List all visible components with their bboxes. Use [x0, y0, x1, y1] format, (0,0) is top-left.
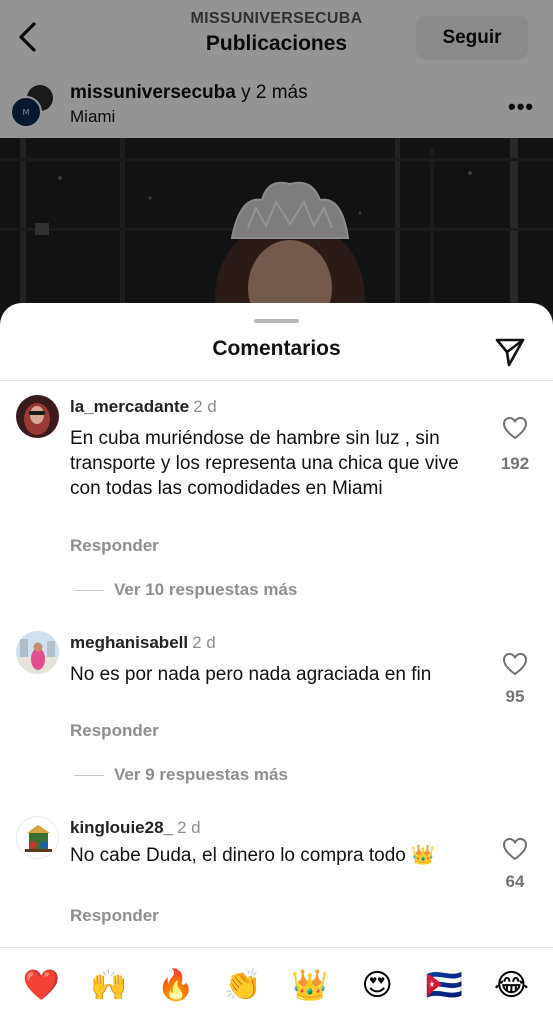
like-count: 64 [505, 872, 525, 891]
like-button[interactable] [501, 651, 529, 677]
reply-button[interactable]: Responder [70, 721, 159, 741]
like-button[interactable] [501, 415, 529, 441]
avatar-photo [16, 395, 59, 438]
comment-username[interactable]: kinglouie28_ [70, 818, 173, 837]
comment-text: En cuba muriéndose de hambre sin luz , s… [70, 428, 459, 499]
comment-time: 2 d [176, 818, 201, 837]
emoji-quick-bar: ❤️ 🙌 🔥 👏 👑 😍 🇨🇺 😂 [0, 960, 553, 1012]
send-icon [495, 338, 525, 367]
emoji-raised-hands-button[interactable]: 🙌 [85, 971, 133, 1001]
comment-header: kinglouie28_ 2 d [70, 818, 201, 838]
comment-header: la_mercadante 2 d [70, 397, 217, 417]
emoji-laughing-button[interactable]: 😂 [487, 971, 535, 1001]
view-more-replies[interactable]: Ver 10 respuestas más [74, 580, 297, 600]
emoji-cuba-flag-button[interactable]: 🇨🇺 [420, 971, 468, 1001]
replies-line [74, 774, 104, 776]
sheet-title: Comentarios [212, 337, 341, 360]
comment-header: meghanisabell 2 d [70, 633, 216, 653]
heart-icon [502, 652, 528, 676]
comments-sheet: Comentarios la_mercadante 2 d En cuba mur… [0, 303, 553, 1024]
heart-icon [502, 416, 528, 440]
emoji-crown-button[interactable]: 👑 [286, 971, 334, 1001]
replies-line [74, 589, 104, 591]
emoji-clap-button[interactable]: 👏 [219, 971, 267, 1001]
like-count: 192 [500, 454, 530, 473]
comment-time: 2 d [193, 397, 217, 416]
commenter-avatar[interactable] [16, 631, 59, 674]
share-button[interactable] [494, 337, 526, 367]
commenter-avatar[interactable] [16, 395, 59, 438]
sheet-drag-handle[interactable] [254, 319, 299, 323]
view-more-replies-label[interactable]: Ver 10 respuestas más [114, 580, 297, 600]
like-button[interactable] [501, 836, 529, 862]
emoji-heart-button[interactable]: ❤️ [18, 971, 66, 1001]
emoji-heart-eyes-button[interactable]: 😍 [353, 971, 401, 1001]
comment-text: No cabe Duda, el dinero lo compra todo 👑 [70, 845, 435, 866]
like-count: 95 [505, 687, 525, 706]
reply-button[interactable]: Responder [70, 906, 159, 926]
comment-time: 2 d [192, 633, 216, 652]
comment-username[interactable]: meghanisabell [70, 633, 188, 652]
comment-text: No es por nada pero nada agraciada en fi… [70, 664, 432, 685]
view-more-replies[interactable]: Ver 9 respuestas más [74, 765, 288, 785]
view-more-replies-label[interactable]: Ver 9 respuestas más [114, 765, 288, 785]
avatar-photo [17, 817, 58, 858]
heart-icon [502, 837, 528, 861]
avatar-photo [16, 631, 59, 674]
emoji-fire-button[interactable]: 🔥 [152, 971, 200, 1001]
commenter-avatar[interactable] [16, 816, 59, 859]
sheet-divider [0, 380, 553, 381]
reply-button[interactable]: Responder [70, 536, 159, 556]
footer-divider [0, 947, 553, 948]
comment-username[interactable]: la_mercadante [70, 397, 189, 416]
